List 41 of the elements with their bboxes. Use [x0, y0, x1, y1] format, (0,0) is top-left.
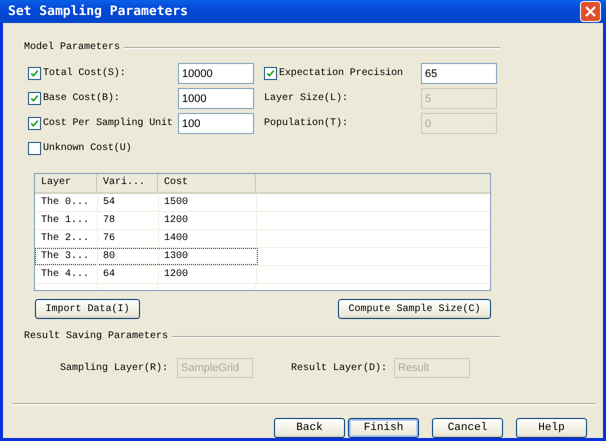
close-icon[interactable] [580, 1, 601, 22]
input-field[interactable]: 10000 [178, 63, 254, 84]
dialog-button[interactable]: Finish [348, 418, 419, 438]
checkbox-label: Base Cost(B): [43, 93, 120, 104]
column-header[interactable]: Layer [35, 174, 97, 192]
checkbox[interactable] [28, 142, 41, 154]
dialog-button[interactable]: Cancel [432, 418, 503, 438]
dialog-button[interactable]: Back [274, 418, 345, 438]
field-label: Population(T): [263, 118, 350, 129]
checkbox-option[interactable]: Base Cost(B): [28, 88, 178, 108]
group-title: Model Parameters [24, 42, 120, 53]
field-label: Result Layer(D): [291, 362, 388, 374]
checkbox-option[interactable]: Cost Per Sampling Unit [28, 114, 178, 134]
field-label: Sampling Layer(R): [60, 362, 170, 374]
window-title: Set Sampling Parameters [8, 4, 188, 19]
checkbox-label: Cost Per Sampling Unit [43, 118, 173, 129]
action-button[interactable]: Import Data(I) [35, 299, 140, 319]
checkbox[interactable] [264, 67, 277, 80]
checkbox-option[interactable]: Total Cost(S): [28, 64, 178, 84]
checkbox[interactable] [28, 67, 41, 80]
group-title: Result Saving Parameters [24, 331, 168, 342]
checkbox[interactable] [28, 117, 41, 130]
table-row[interactable]: The 3... 80 1300 [35, 248, 258, 265]
checkbox[interactable] [28, 92, 41, 105]
input-field[interactable]: 1000 [178, 88, 254, 109]
table-row[interactable]: The 4... 64 1200 [35, 266, 258, 283]
checkbox-label: Unknown Cost(U) [43, 142, 132, 154]
checkbox-option[interactable]: Expectation Precision [254, 64, 421, 84]
checkbox-label: Total Cost(S): [43, 68, 126, 79]
table-row[interactable]: The 0... 54 1500 [35, 194, 258, 211]
dialog-button[interactable]: Help [516, 418, 587, 438]
column-header[interactable]: Cost [158, 174, 256, 192]
checkbox-label: Expectation Precision [279, 68, 403, 79]
column-header[interactable]: Vari... [97, 174, 158, 192]
table-row[interactable]: The 2... 76 1400 [35, 230, 258, 247]
field-label: Layer Size(L): [263, 93, 350, 104]
table-row[interactable]: The 1... 78 1200 [35, 212, 258, 229]
input-field[interactable]: 100 [178, 113, 254, 134]
action-button[interactable]: Compute Sample Size(C) [338, 299, 491, 319]
input-field[interactable]: 65 [421, 63, 497, 84]
checkbox-option[interactable]: Unknown Cost(U) [28, 138, 178, 158]
